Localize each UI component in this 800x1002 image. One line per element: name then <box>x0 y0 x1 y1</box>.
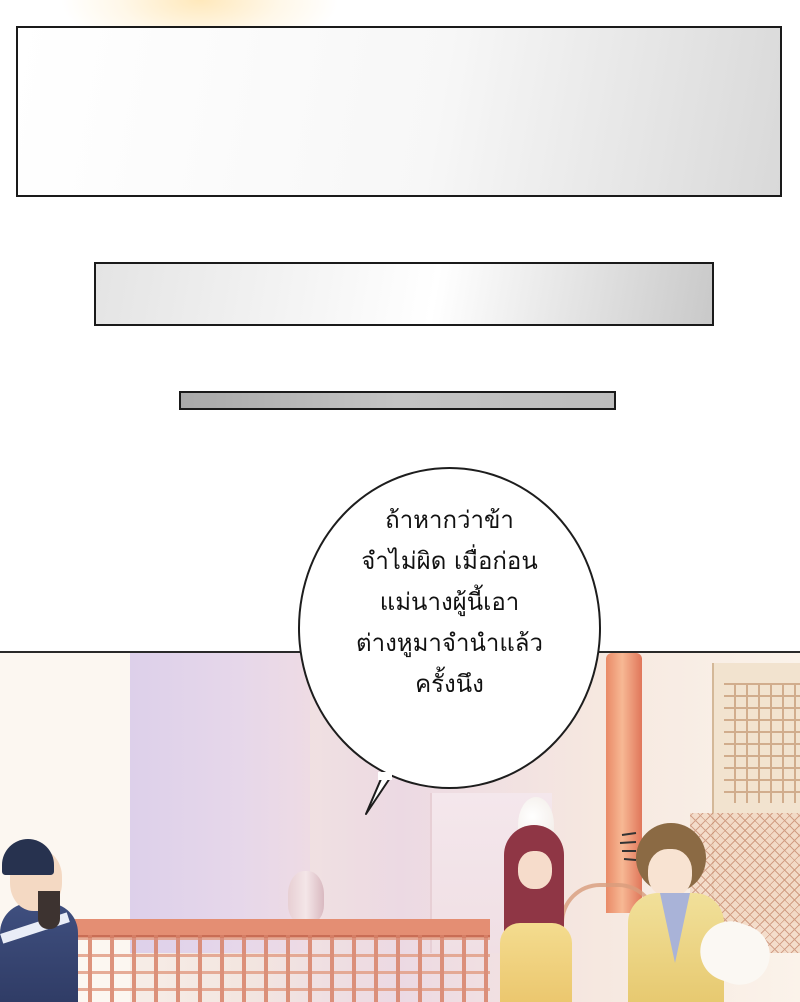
maid-face <box>648 849 692 897</box>
woman-face <box>518 851 552 889</box>
speech-line: จำไม่ผิด เมื่อก่อน <box>361 547 538 575</box>
curtain <box>130 653 310 953</box>
window-lattice <box>724 683 800 803</box>
woman-robe <box>500 923 572 1002</box>
speech-line: ถ้าหากว่าข้า <box>385 506 514 534</box>
speech-bubble-text: ถ้าหากว่าข้า จำไม่ผิด เมื่อก่อน แม่นางผู… <box>298 500 601 705</box>
vase <box>288 871 324 923</box>
red-pillar <box>606 653 642 913</box>
speech-line: ครั้งนึง <box>415 670 484 698</box>
narration-box-large <box>16 26 782 197</box>
narration-box-small <box>179 391 616 410</box>
narration-box-medium <box>94 262 714 326</box>
official-beard <box>38 891 60 929</box>
startled-marks-icon <box>619 832 637 861</box>
speech-line: แม่นางผู้นี้เอา <box>379 588 520 616</box>
carved-table-base <box>70 935 490 1002</box>
speech-line: ต่างหูมาจำนำแล้ว <box>356 629 543 657</box>
speech-bubble-tail <box>365 772 392 815</box>
